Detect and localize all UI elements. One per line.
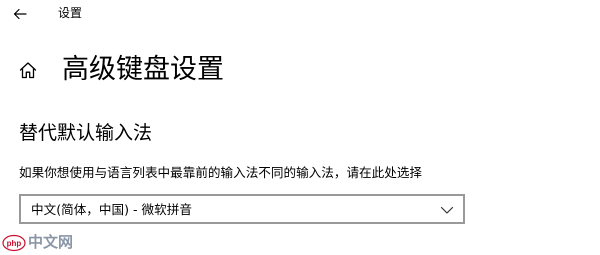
svg-text:php: php [7,239,22,248]
watermark-text: 中文网 [28,234,74,251]
dropdown-selected-value: 中文(简体，中国) - 微软拼音 [31,202,192,217]
input-method-dropdown[interactable]: 中文(简体，中国) - 微软拼音 [19,194,465,224]
settings-page: 设置 高级键盘设置 替代默认输入法 如果你想使用与语言列表中最靠前的输入法不同的… [0,0,600,255]
section-heading: 替代默认输入法 [19,122,153,144]
php-logo-icon: php [2,234,26,252]
back-button[interactable] [9,3,31,25]
watermark: php 中文网 [2,233,73,253]
page-title: 高级键盘设置 [62,54,224,85]
section-description: 如果你想使用与语言列表中最靠前的输入法不同的输入法，请在此处选择 [19,165,422,180]
home-button[interactable] [16,58,40,82]
chevron-down-icon [440,206,454,214]
home-icon [19,62,37,79]
back-arrow-icon [13,8,27,20]
window-title: 设置 [58,6,83,20]
